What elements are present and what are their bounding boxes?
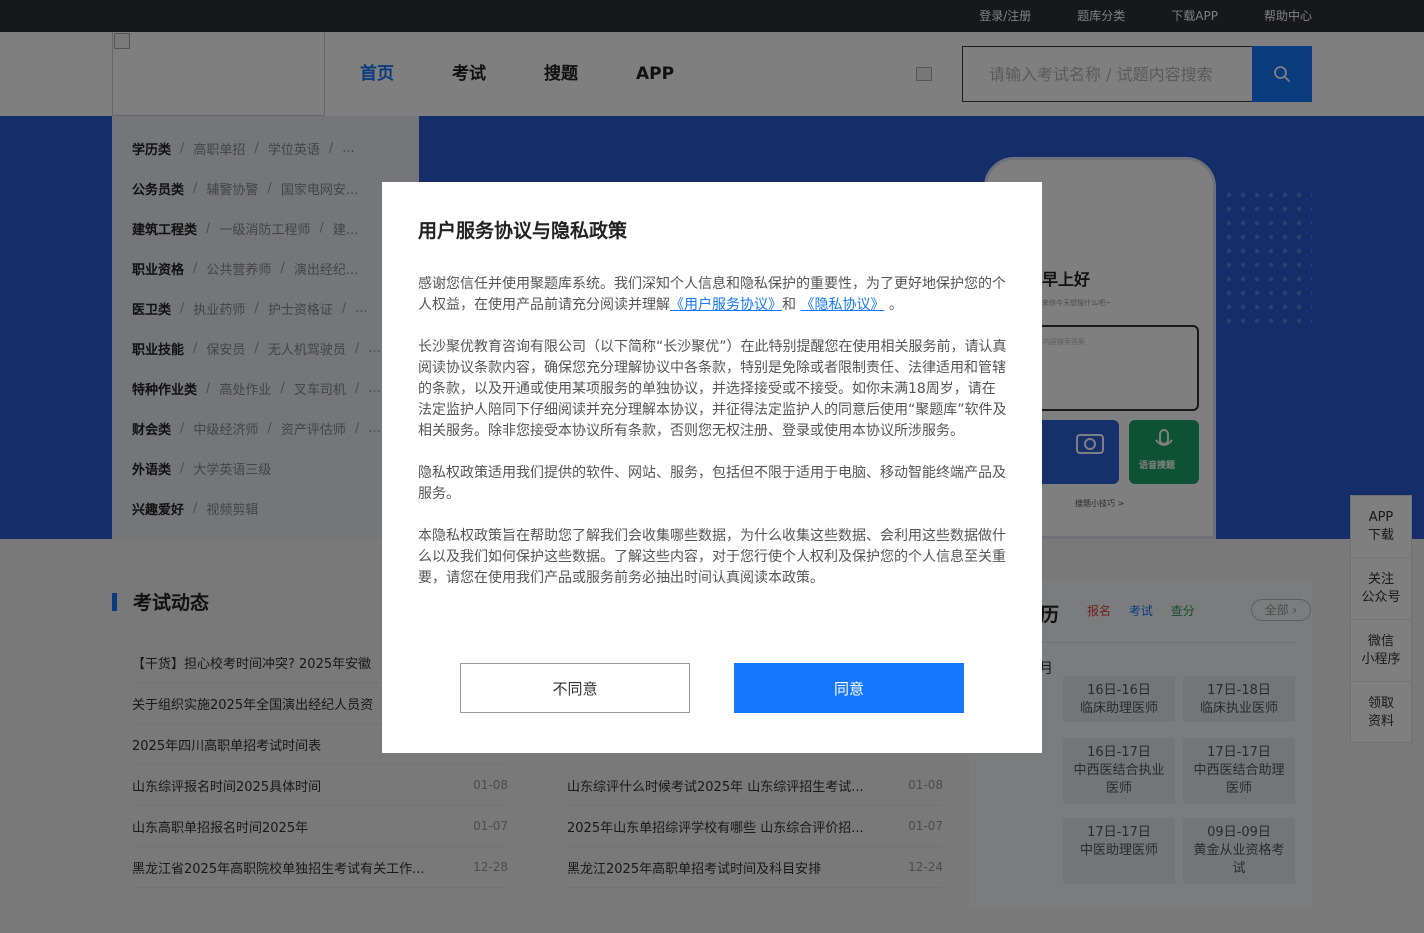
dialog-body: 感谢您信任并使用聚题库系统。我们深知个人信息和隐私保护的重要性，为了更好地保护您… [418, 274, 1008, 610]
dialog-title: 用户服务协议与隐私政策 [418, 220, 628, 242]
agree-button[interactable]: 同意 [734, 663, 964, 713]
dialog-paragraph-3: 隐私权政策适用我们提供的软件、网站、服务，包括但不限于适用于电脑、移动智能终端产… [418, 465, 1006, 502]
privacy-policy-link[interactable]: 《隐私协议》 [800, 297, 884, 313]
dialog-paragraph-4: 本隐私权政策旨在帮助您了解我们会收集哪些数据，为什么收集这些数据、会利用这些数据… [418, 528, 1006, 586]
user-agreement-link[interactable]: 《用户服务协议》 [670, 297, 782, 313]
privacy-agreement-dialog: 用户服务协议与隐私政策 感谢您信任并使用聚题库系统。我们深知个人信息和隐私保护的… [382, 182, 1042, 753]
dialog-paragraph-1: 感谢您信任并使用聚题库系统。我们深知个人信息和隐私保护的重要性，为了更好地保护您… [418, 276, 1006, 313]
dialog-paragraph-2: 长沙聚优教育咨询有限公司（以下简称“长沙聚优”）在此特别提醒您在使用相关服务前，… [418, 339, 1007, 439]
disagree-button[interactable]: 不同意 [460, 663, 690, 713]
